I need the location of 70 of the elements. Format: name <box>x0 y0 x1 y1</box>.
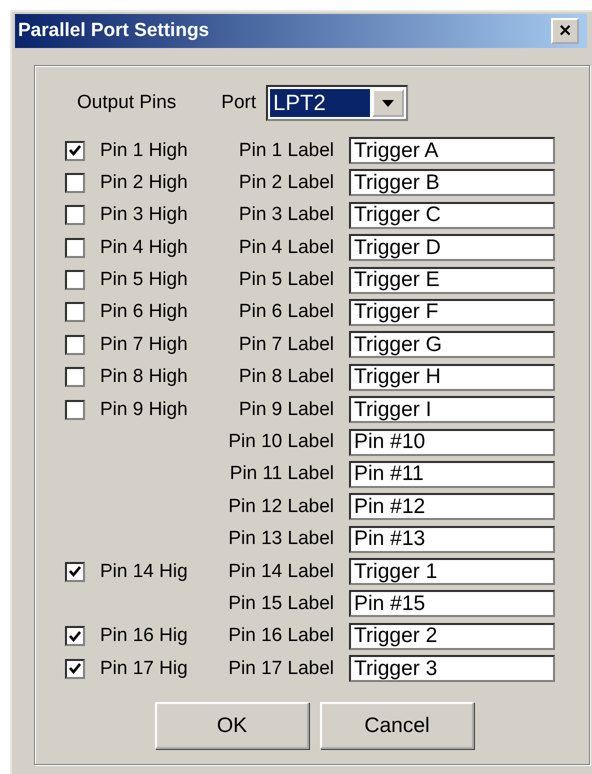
label-field[interactable]: Trigger 3 <box>349 655 555 682</box>
checkbox-label: Pin 7 High <box>99 334 189 356</box>
ok-button[interactable]: OK <box>155 702 309 750</box>
pin-label: Pin 5 Label <box>238 269 334 292</box>
label-field[interactable]: Trigger I <box>349 396 555 424</box>
checkbox-label: Pin 17 Hig <box>99 658 189 680</box>
pin-label: Pin 3 Label <box>238 204 334 226</box>
checkmark-icon <box>69 145 81 156</box>
checkbox-label: Pin 9 High <box>99 398 189 421</box>
port-label: Port <box>221 92 256 114</box>
checkbox[interactable] <box>65 562 85 582</box>
pin-label: Pin 7 Label <box>238 334 334 356</box>
checkbox-label: Pin 16 Hig <box>99 625 189 648</box>
checkbox[interactable] <box>65 205 85 226</box>
label-field[interactable]: Trigger 1 <box>349 558 555 586</box>
pin-label: Pin 10 Label <box>227 431 334 454</box>
label-field[interactable]: Trigger E <box>349 266 555 294</box>
pin-label: Pin 13 Label <box>227 528 334 550</box>
checkbox-label: Pin 14 Hig <box>99 560 189 583</box>
pin-label: Pin 6 Label <box>238 301 334 324</box>
checkbox-label: Pin 5 High <box>99 269 189 292</box>
checkbox[interactable] <box>65 334 85 355</box>
pin-label: Pin 11 Label <box>228 463 334 486</box>
checkbox-label: Pin 4 High <box>99 236 189 259</box>
pin-label: Pin 15 Label <box>227 592 334 615</box>
checkbox[interactable] <box>65 270 85 290</box>
pin-label: Pin 2 Label <box>238 172 334 194</box>
caret-icon <box>382 100 394 106</box>
close-button[interactable]: ✕ <box>551 18 579 44</box>
pin-label: Pin 4 Label <box>238 236 334 259</box>
label-field[interactable]: Pin #13 <box>349 526 555 553</box>
checkbox[interactable] <box>65 658 85 679</box>
checkbox[interactable] <box>65 172 85 193</box>
pin-label: Pin 16 Label <box>227 625 334 648</box>
label-field[interactable]: Trigger 2 <box>349 622 555 650</box>
checkbox-label: Pin 8 High <box>99 366 189 388</box>
pin-label: Pin 9 Label <box>238 398 334 421</box>
label-field[interactable]: Trigger A <box>349 137 555 164</box>
checkmark-icon <box>69 630 81 642</box>
window-title: Parallel Port Settings <box>18 20 210 42</box>
label-field[interactable]: Trigger C <box>349 202 555 229</box>
label-field[interactable]: Pin #11 <box>349 460 555 488</box>
checkbox[interactable] <box>65 400 85 420</box>
label-field[interactable]: Pin #10 <box>349 428 555 456</box>
checkmark-icon <box>69 663 81 674</box>
label-field[interactable]: Trigger B <box>349 169 555 196</box>
cancel-button[interactable]: Cancel <box>320 702 474 750</box>
label-field[interactable]: Trigger F <box>349 298 555 326</box>
checkbox[interactable] <box>65 626 85 646</box>
label-field[interactable]: Trigger D <box>349 234 555 262</box>
checkbox[interactable] <box>65 140 85 160</box>
label-field[interactable]: Pin #15 <box>349 590 555 618</box>
label-field[interactable]: Trigger G <box>349 331 555 358</box>
pin-label: Pin 14 Label <box>227 560 334 583</box>
checkbox-label: Pin 1 High <box>99 140 189 162</box>
pin-label: Pin 12 Label <box>227 496 334 518</box>
checkbox-label: Pin 3 High <box>99 204 189 226</box>
port-dropdown[interactable]: LPT2 <box>266 85 408 121</box>
pin-label: Pin 17 Label <box>227 658 334 680</box>
label-field[interactable]: Pin #12 <box>349 493 555 520</box>
checkbox[interactable] <box>65 302 85 322</box>
checkbox-label: Pin 6 High <box>99 301 189 324</box>
checkmark-icon <box>69 566 81 578</box>
checkbox-label: Pin 2 High <box>99 172 189 194</box>
label-field[interactable]: Trigger H <box>349 364 555 391</box>
output-pins-heading: Output Pins <box>77 92 176 114</box>
checkbox[interactable] <box>65 367 85 388</box>
pin-label: Pin 8 Label <box>238 366 334 388</box>
pin-label: Pin 1 Label <box>238 140 334 162</box>
checkbox[interactable] <box>65 238 85 258</box>
